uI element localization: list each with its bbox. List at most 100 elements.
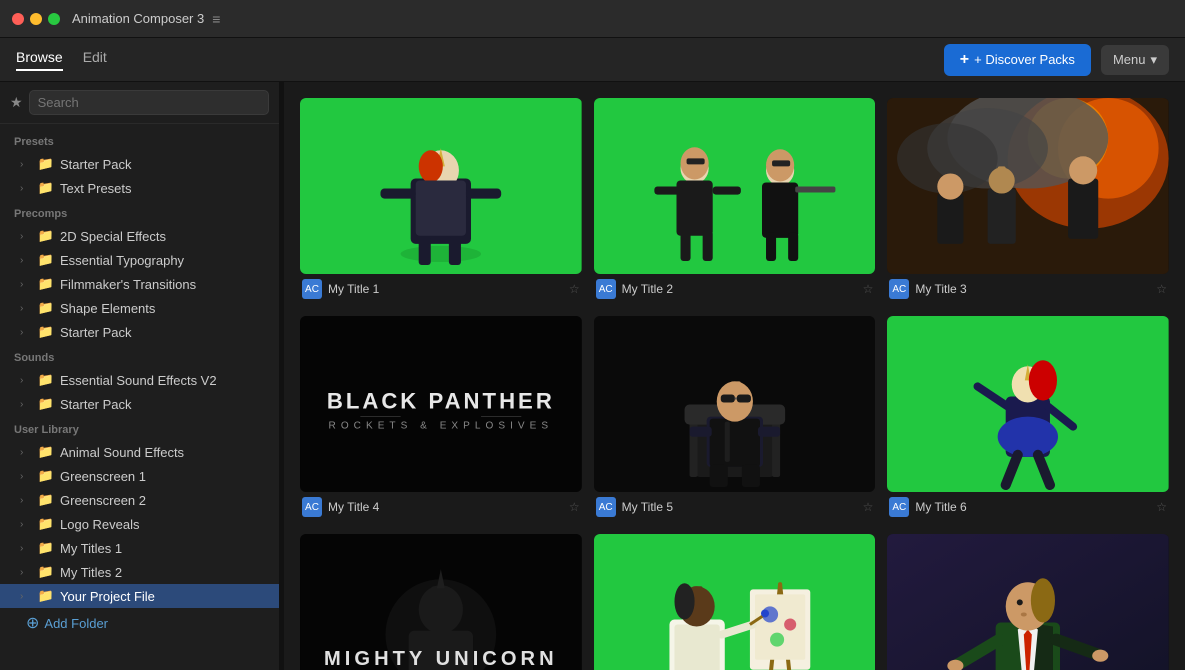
grid-item-7[interactable]: MIGHTY UNICORN GUNSMITH & ACTOR AC Might… <box>300 534 582 670</box>
menu-button-label: Menu <box>1113 52 1146 67</box>
sidebar-item-label: Filmmaker's Transitions <box>60 277 269 292</box>
folder-icon: 📁 <box>37 564 55 580</box>
sidebar-item-my-titles-2[interactable]: › 📁 My Titles 2 <box>0 560 279 584</box>
item-star-2[interactable]: ☆ <box>863 282 874 296</box>
hamburger-icon[interactable]: ≡ <box>212 11 220 27</box>
sidebar-item-label: Your Project File <box>60 589 269 604</box>
folder-icon: 📁 <box>37 300 55 316</box>
item-preview-icon-5: AC <box>596 497 616 517</box>
grid-item-6[interactable]: AC My Title 6 ☆ <box>887 316 1169 522</box>
grid-item-9[interactable]: AC ☆ <box>887 534 1169 670</box>
item-name-4: My Title 4 <box>328 500 563 514</box>
tab-browse[interactable]: Browse <box>16 49 63 71</box>
thumbnail-2 <box>594 98 876 274</box>
item-footer-2: AC My Title 2 ☆ <box>594 274 876 304</box>
item-star-3[interactable]: ☆ <box>1156 282 1167 296</box>
sidebar-item-greenscreen-2[interactable]: › 📁 Greenscreen 2 <box>0 488 279 512</box>
chevron-right-icon: › <box>20 447 32 458</box>
sidebar-item-starter-pack-2[interactable]: › 📁 Starter Pack <box>0 320 279 344</box>
thumb-svg-3 <box>887 98 1169 274</box>
thumbnail-3 <box>887 98 1169 274</box>
thumbnail-4: BLACK PANTHER ROCKETS & EXPLOSIVES <box>300 316 582 492</box>
sidebar-item-essential-typography[interactable]: › 📁 Essential Typography <box>0 248 279 272</box>
chevron-down-icon: ▾ <box>1150 52 1157 68</box>
item-preview-icon-3: AC <box>889 279 909 299</box>
sidebar-item-shape-elements[interactable]: › 📁 Shape Elements <box>0 296 279 320</box>
grid-item-4[interactable]: BLACK PANTHER ROCKETS & EXPLOSIVES AC My… <box>300 316 582 522</box>
sidebar-search-bar: ★ <box>0 82 279 124</box>
app-title: Animation Composer 3 <box>72 11 204 26</box>
close-button[interactable] <box>12 13 24 25</box>
thumb-svg-1 <box>300 98 582 274</box>
sidebar-item-label: Animal Sound Effects <box>60 445 269 460</box>
chevron-right-icon: › <box>20 183 32 194</box>
item-star-5[interactable]: ☆ <box>863 500 874 514</box>
section-sounds-header: Sounds <box>0 344 279 368</box>
item-footer-6: AC My Title 6 ☆ <box>887 492 1169 522</box>
chevron-right-icon: › <box>20 327 32 338</box>
section-presets-header: Presets <box>0 128 279 152</box>
menu-button[interactable]: Menu ▾ <box>1101 45 1169 75</box>
svg-text:BLACK PANTHER: BLACK PANTHER <box>327 389 555 414</box>
item-star-6[interactable]: ☆ <box>1156 500 1167 514</box>
folder-icon: 📁 <box>37 492 55 508</box>
discover-packs-button[interactable]: + + Discover Packs <box>944 44 1091 76</box>
item-star-4[interactable]: ☆ <box>569 500 580 514</box>
sidebar-item-starter-pack-1[interactable]: › 📁 Starter Pack <box>0 152 279 176</box>
discover-packs-label: + Discover Packs <box>974 52 1075 67</box>
sidebar-item-2d-special[interactable]: › 📁 2D Special Effects <box>0 224 279 248</box>
sidebar-item-essential-sound[interactable]: › 📁 Essential Sound Effects V2 <box>0 368 279 392</box>
traffic-lights <box>12 13 60 25</box>
item-name-2: My Title 2 <box>622 282 857 296</box>
grid-item-1[interactable]: AC My Title 1 ☆ <box>300 98 582 304</box>
item-preview-icon-1: AC <box>302 279 322 299</box>
sidebar-item-filmmakers[interactable]: › 📁 Filmmaker's Transitions <box>0 272 279 296</box>
folder-icon: 📁 <box>37 228 55 244</box>
sidebar-item-my-titles-1[interactable]: › 📁 My Titles 1 <box>0 536 279 560</box>
nav-tabs: Browse Edit <box>16 49 107 71</box>
grid-item-2[interactable]: AC My Title 2 ☆ <box>594 98 876 304</box>
sidebar-item-animal-sounds[interactable]: › 📁 Animal Sound Effects <box>0 440 279 464</box>
sidebar-item-starter-pack-3[interactable]: › 📁 Starter Pack <box>0 392 279 416</box>
sidebar-item-label: Logo Reveals <box>60 517 269 532</box>
chevron-right-icon: › <box>20 543 32 554</box>
thumb-svg-5 <box>594 316 876 492</box>
chevron-right-icon: › <box>20 495 32 506</box>
chevron-right-icon: › <box>20 159 32 170</box>
chevron-right-icon: › <box>20 231 32 242</box>
maximize-button[interactable] <box>48 13 60 25</box>
tab-edit[interactable]: Edit <box>83 49 107 71</box>
sidebar-item-label: Shape Elements <box>60 301 269 316</box>
chevron-right-icon: › <box>20 399 32 410</box>
favorites-star-icon[interactable]: ★ <box>10 94 23 111</box>
main-layout: ★ Presets › 📁 Starter Pack › 📁 Text Pres… <box>0 82 1185 670</box>
content-area: AC My Title 1 ☆ <box>284 82 1185 670</box>
sidebar-item-label: Starter Pack <box>60 157 269 172</box>
search-input[interactable] <box>29 90 269 115</box>
sidebar-item-greenscreen-1[interactable]: › 📁 Greenscreen 1 <box>0 464 279 488</box>
sidebar-item-label: My Titles 2 <box>60 565 269 580</box>
grid-item-8[interactable]: AC ☆ <box>594 534 876 670</box>
grid-item-5[interactable]: AC My Title 5 ☆ <box>594 316 876 522</box>
sidebar-item-logo-reveals[interactable]: › 📁 Logo Reveals <box>0 512 279 536</box>
add-folder-button[interactable]: ⊕ Add Folder <box>0 608 279 638</box>
sidebar-item-label: 2D Special Effects <box>60 229 269 244</box>
folder-icon: 📁 <box>37 180 55 196</box>
section-precomps-header: Precomps <box>0 200 279 224</box>
folder-icon: 📁 <box>37 372 55 388</box>
nav-right: + + Discover Packs Menu ▾ <box>944 44 1169 76</box>
svg-text:ROCKETS & EXPLOSIVES: ROCKETS & EXPLOSIVES <box>329 421 554 432</box>
minimize-button[interactable] <box>30 13 42 25</box>
plus-icon: + <box>960 51 969 69</box>
sidebar-item-label: Greenscreen 2 <box>60 493 269 508</box>
chevron-right-icon: › <box>20 567 32 578</box>
chevron-right-icon: › <box>20 471 32 482</box>
grid-item-3[interactable]: AC My Title 3 ☆ <box>887 98 1169 304</box>
item-star-1[interactable]: ☆ <box>569 282 580 296</box>
thumbnail-7: MIGHTY UNICORN GUNSMITH & ACTOR <box>300 534 582 670</box>
section-user-library-header: User Library <box>0 416 279 440</box>
sidebar-item-text-presets[interactable]: › 📁 Text Presets <box>0 176 279 200</box>
item-name-1: My Title 1 <box>328 282 563 296</box>
sidebar-item-your-project[interactable]: › 📁 Your Project File <box>0 584 279 608</box>
thumbnail-6 <box>887 316 1169 492</box>
